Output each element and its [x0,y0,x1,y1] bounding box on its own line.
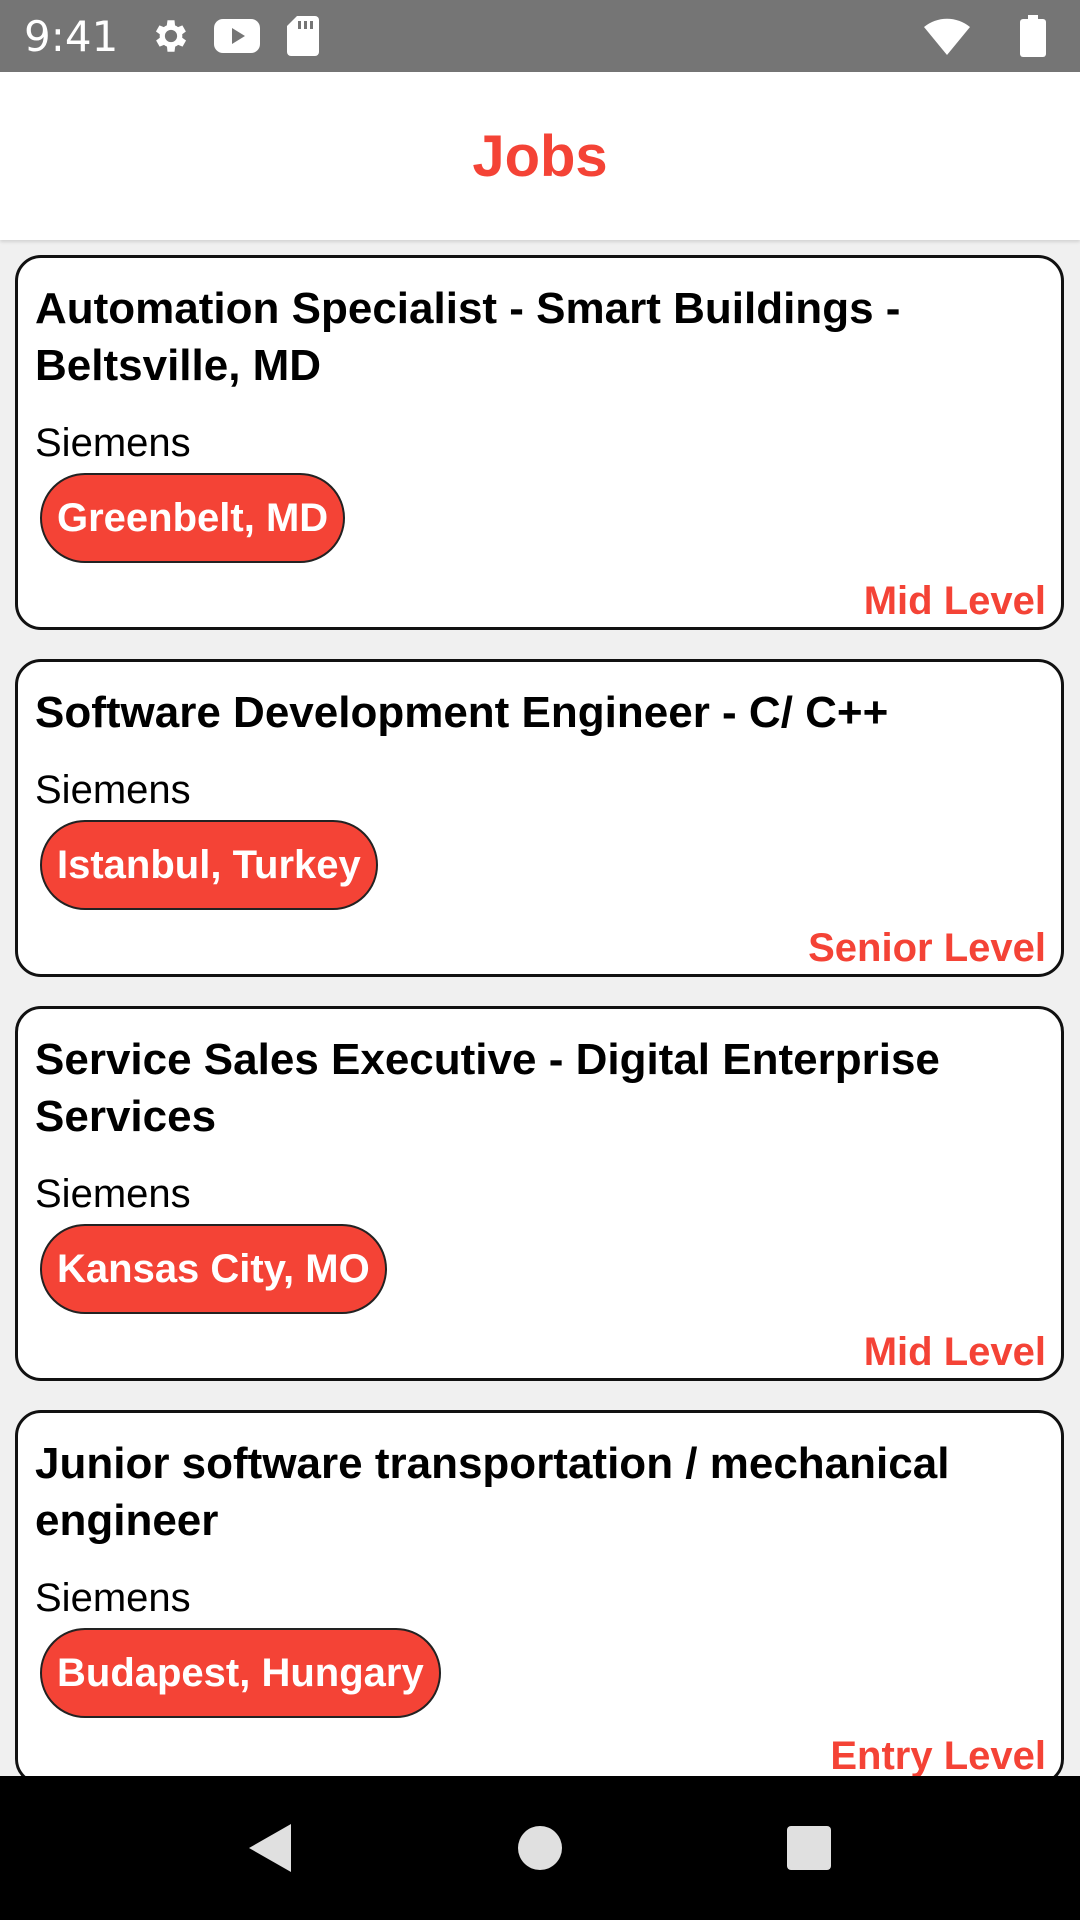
status-right-group [884,13,1056,59]
gear-icon [148,13,194,59]
job-level: Entry Level [830,1734,1046,1776]
job-company: Siemens [35,1576,191,1620]
sd-card-icon [280,13,326,59]
job-level: Mid Level [863,1330,1046,1374]
battery-icon [1010,13,1056,59]
job-company: Siemens [35,768,191,812]
back-icon[interactable] [243,1820,299,1876]
youtube-icon [214,13,261,59]
job-title: Junior software transportation / mechani… [35,1439,950,1545]
job-title: Software Development Engineer - C/ C++ [35,688,889,737]
status-time: 9:41 [24,11,119,61]
app-bar: Jobs [0,72,1080,240]
status-bar: 9:41 [0,0,1080,72]
job-card[interactable]: Automation Specialist - Smart Buildings … [15,255,1064,630]
page-title: Jobs [472,123,608,189]
job-title: Service Sales Executive - Digital Enterp… [35,1035,940,1141]
job-location-chip[interactable]: Greenbelt, MD [40,473,346,563]
job-card[interactable]: Service Sales Executive - Digital Enterp… [15,1006,1064,1381]
home-icon[interactable] [512,1820,568,1876]
job-location-chip[interactable]: Kansas City, MO [40,1224,387,1314]
job-card[interactable]: Junior software transportation / mechani… [15,1410,1064,1776]
job-card[interactable]: Software Development Engineer - C/ C++ S… [15,659,1064,977]
recents-icon[interactable] [781,1820,837,1876]
job-company: Siemens [35,421,191,465]
wifi-icon [924,13,970,59]
job-title: Automation Specialist - Smart Buildings … [35,284,901,390]
job-company: Siemens [35,1172,191,1216]
job-level: Mid Level [863,579,1046,623]
job-location-chip[interactable]: Istanbul, Turkey [40,820,378,910]
job-level: Senior Level [808,926,1046,970]
navigation-bar [0,1776,1080,1920]
job-list[interactable]: Automation Specialist - Smart Buildings … [0,240,1080,1776]
job-location-chip[interactable]: Budapest, Hungary [40,1628,441,1718]
